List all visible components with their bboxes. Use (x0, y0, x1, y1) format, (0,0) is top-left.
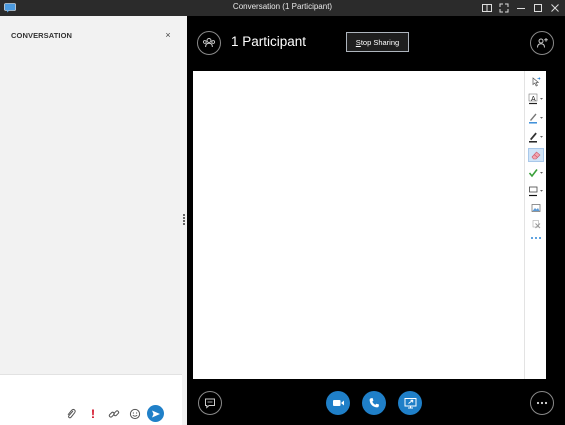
close-conversation-button[interactable]: × (163, 30, 173, 40)
more-tools-icon[interactable] (528, 231, 544, 245)
whiteboard-toolbar: A (524, 71, 546, 379)
pen-blue-icon[interactable] (528, 111, 544, 125)
panel-resize-handle[interactable] (182, 213, 186, 229)
chat-bubble-icon[interactable] (198, 391, 222, 415)
snap-layout-icon[interactable] (481, 2, 493, 14)
more-options-icon[interactable] (530, 391, 554, 415)
phone-icon[interactable] (362, 391, 386, 415)
send-icon[interactable] (147, 405, 164, 422)
shape-rectangle-icon[interactable] (528, 184, 544, 198)
participants-count-label: 1 Participant (231, 34, 307, 49)
message-compose-area[interactable]: ! (0, 374, 182, 425)
delete-icon[interactable] (528, 217, 544, 231)
conversation-panel: CONVERSATION × ! (0, 16, 187, 425)
paperclip-icon[interactable] (64, 407, 78, 421)
text-tool-icon[interactable]: A (528, 92, 544, 106)
maximize-icon[interactable] (532, 2, 544, 14)
participants-icon[interactable] (197, 31, 221, 55)
smiley-icon[interactable] (128, 407, 142, 421)
title-bar: Conversation (1 Participant) (0, 0, 565, 16)
close-window-icon[interactable] (549, 2, 561, 14)
pen-black-icon[interactable] (528, 130, 544, 144)
full-screen-icon[interactable] (498, 2, 510, 14)
stop-sharing-button[interactable]: Stop Sharing (346, 32, 409, 52)
meeting-stage: 1 Participant Stop Sharing A (187, 16, 565, 425)
svg-text:A: A (531, 96, 536, 103)
selection-icon[interactable] (528, 75, 544, 89)
whiteboard-canvas[interactable]: A (193, 71, 546, 379)
exclamation-icon[interactable]: ! (86, 407, 100, 421)
video-camera-icon[interactable] (326, 391, 350, 415)
eraser-icon[interactable] (528, 148, 544, 162)
stop-sharing-label: Stop Sharing (355, 37, 400, 47)
present-screen-icon[interactable] (398, 391, 422, 415)
minimize-icon[interactable] (515, 2, 527, 14)
link-icon[interactable] (107, 407, 121, 421)
conversation-heading: CONVERSATION (11, 31, 73, 40)
insert-image-icon[interactable] (528, 201, 544, 215)
add-participant-icon[interactable] (530, 31, 554, 55)
stamp-check-icon[interactable] (528, 166, 544, 180)
